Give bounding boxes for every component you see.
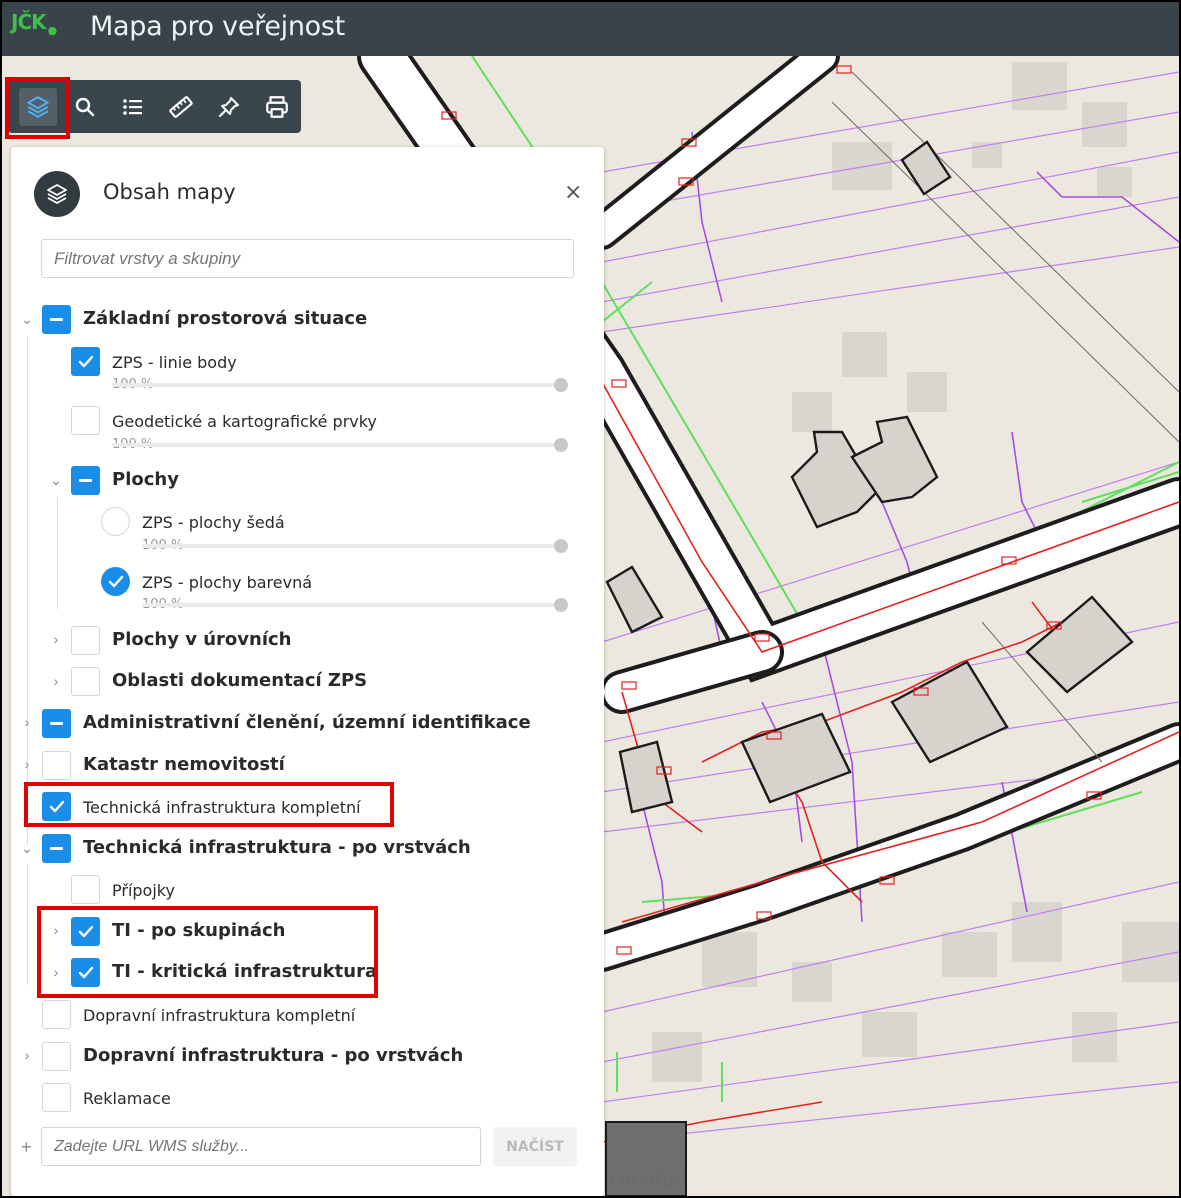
layer-label: Technická infrastruktura kompletní [83, 798, 361, 817]
wms-url-input[interactable] [41, 1127, 481, 1166]
legend-list-icon [123, 99, 142, 115]
expand-chevron-icon[interactable]: › [48, 964, 64, 980]
layer-group-label: Základní prostorová situace [83, 308, 368, 329]
app-logo[interactable]: JČK ● [11, 10, 58, 37]
layer-group-label: Administrativní členění, územní identifi… [83, 712, 531, 733]
layer-checkbox[interactable] [42, 751, 71, 780]
layer-checkbox[interactable] [42, 1000, 71, 1029]
opacity-slider[interactable] [142, 603, 560, 607]
app-title: Mapa pro veřejnost [90, 11, 345, 42]
pin-button[interactable] [210, 88, 248, 126]
layer-group-label: TI - kritická infrastruktura [112, 961, 378, 982]
expand-chevron-icon[interactable]: › [48, 631, 64, 647]
panel-layers-icon [34, 171, 80, 217]
layer-checkbox[interactable] [42, 1042, 71, 1071]
opacity-slider[interactable] [112, 443, 560, 447]
expand-chevron-icon[interactable]: › [19, 1047, 35, 1063]
map-toolbar [8, 80, 301, 133]
measure-button[interactable] [162, 88, 200, 126]
layer-label: Reklamace [83, 1089, 171, 1108]
legend-button[interactable] [114, 88, 152, 126]
check-icon [49, 800, 64, 812]
header-bar: JČK ● Mapa pro veřejnost [2, 2, 1179, 56]
print-icon [266, 96, 288, 118]
expand-chevron-icon[interactable]: ⌄ [48, 472, 64, 489]
app-frame: ční úřad JČK ● Mapa pro veřejnost Obsah m… [2, 2, 1179, 1196]
layer-label: Geodetické a kartografické prvky [112, 412, 377, 431]
opacity-slider-handle[interactable] [554, 539, 568, 553]
tree-guide [57, 497, 58, 609]
search-button[interactable] [66, 88, 104, 126]
opacity-slider-handle[interactable] [554, 598, 568, 612]
layer-label: Dopravní infrastruktura kompletní [83, 1006, 356, 1025]
ruler-icon [169, 96, 193, 118]
check-icon [108, 575, 123, 587]
layer-group-label: Dopravní infrastruktura - po vrstvách [83, 1045, 464, 1066]
panel-title: Obsah mapy [103, 180, 236, 204]
layer-checkbox[interactable] [42, 305, 71, 334]
layers-button[interactable] [19, 88, 57, 126]
opacity-slider[interactable] [142, 544, 560, 548]
layer-label: Přípojky [112, 881, 175, 900]
layer-group-label: TI - po skupinách [112, 920, 286, 941]
layer-group-label: Oblasti dokumentací ZPS [112, 670, 368, 691]
map-label: ční úřad [609, 1169, 687, 1191]
check-icon [78, 925, 93, 937]
check-icon [78, 966, 93, 978]
layer-checkbox[interactable] [71, 347, 100, 376]
layer-label: ZPS - plochy šedá [142, 513, 285, 532]
layer-filter-input[interactable] [41, 239, 574, 278]
layer-group-label: Katastr nemovitostí [83, 754, 285, 775]
opacity-slider-handle[interactable] [554, 438, 568, 452]
layer-group-label: Plochy [112, 469, 179, 490]
layer-checkbox[interactable] [71, 917, 100, 946]
pin-icon [219, 97, 239, 117]
add-wms-icon[interactable]: + [21, 1137, 32, 1158]
layer-checkbox[interactable] [71, 626, 100, 655]
expand-chevron-icon[interactable]: › [19, 756, 35, 772]
layer-group-label: Plochy v úrovních [112, 629, 292, 650]
expand-chevron-icon[interactable]: ⌄ [19, 311, 35, 328]
layer-checkbox[interactable] [42, 709, 71, 738]
tree-guide [27, 863, 28, 985]
layer-radio[interactable] [101, 567, 130, 596]
check-icon [78, 355, 93, 367]
layer-label: ZPS - plochy barevná [142, 573, 313, 592]
layer-checkbox[interactable] [71, 406, 100, 435]
expand-chevron-icon[interactable]: ⌄ [19, 840, 35, 857]
layer-checkbox[interactable] [42, 1083, 71, 1112]
layer-checkbox[interactable] [71, 875, 100, 904]
layer-checkbox[interactable] [42, 792, 71, 821]
layer-label: ZPS - linie body [112, 353, 237, 372]
layers-icon [27, 96, 49, 118]
load-wms-button[interactable]: NAČÍST [493, 1127, 577, 1166]
search-icon [75, 97, 95, 117]
map-content-panel: Obsah mapy × ⌄ Základní prostorová situa… [11, 147, 604, 1196]
opacity-slider[interactable] [112, 383, 560, 387]
layer-checkbox[interactable] [42, 834, 71, 863]
layer-checkbox[interactable] [71, 466, 100, 495]
expand-chevron-icon[interactable]: › [48, 922, 64, 938]
layer-checkbox[interactable] [71, 667, 100, 696]
close-icon[interactable]: × [564, 180, 582, 205]
layer-checkbox[interactable] [71, 958, 100, 987]
expand-chevron-icon[interactable]: › [48, 673, 64, 689]
layer-radio[interactable] [101, 507, 130, 536]
logo-pin-icon: ● [47, 24, 58, 37]
expand-chevron-icon[interactable]: › [19, 714, 35, 730]
opacity-slider-handle[interactable] [554, 378, 568, 392]
print-button[interactable] [258, 88, 296, 126]
layer-group-label: Technická infrastruktura - po vrstvách [83, 837, 471, 858]
